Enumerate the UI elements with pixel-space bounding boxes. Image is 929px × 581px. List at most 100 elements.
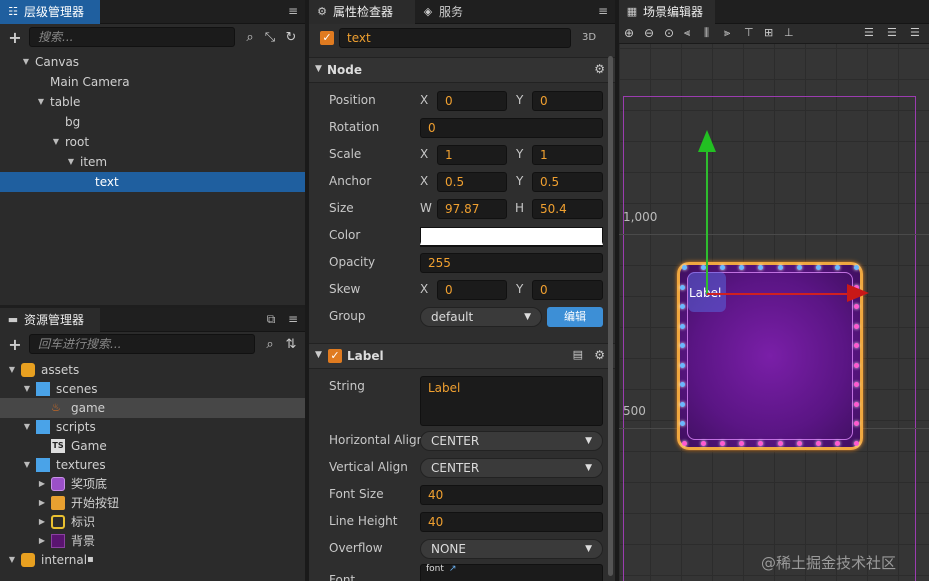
align-middle-icon[interactable]: ⊞ xyxy=(764,26,773,39)
inspector-scrollbar[interactable] xyxy=(608,56,613,576)
collapse-icon[interactable]: ⤡ xyxy=(263,31,277,45)
asset-item[interactable]: ▼ scripts xyxy=(0,417,305,437)
panel-menu-icon[interactable]: ≡ xyxy=(287,313,299,325)
valign-select[interactable]: CENTER ▼ xyxy=(420,458,603,478)
align-right-icon[interactable]: ⫸ xyxy=(724,26,730,40)
tab-services[interactable]: ◈ 服务 xyxy=(415,0,485,24)
tree-node-table[interactable]: ▼ table xyxy=(0,92,305,112)
zoom-reset-icon[interactable]: ⊙ xyxy=(664,26,674,40)
font-asset-field[interactable]: font ↗ xyxy=(420,564,603,581)
search-icon[interactable]: ⌕ xyxy=(263,338,277,352)
line-height-input[interactable]: 40 xyxy=(420,512,603,532)
expand-arrow-icon[interactable]: ▼ xyxy=(21,52,31,72)
expand-right-arrow-icon[interactable]: ▶ xyxy=(37,474,47,494)
opacity-input[interactable]: 255 xyxy=(420,253,603,273)
expand-arrow-icon[interactable]: ▼ xyxy=(7,550,17,570)
align-center-icon[interactable]: ⫼ xyxy=(704,26,709,40)
expand-arrow-icon[interactable]: ▼ xyxy=(7,360,17,380)
tree-node-text[interactable]: text xyxy=(0,172,305,192)
tree-node-bg[interactable]: bg xyxy=(0,112,305,132)
tab-inspector[interactable]: ⚙ 属性检查器 xyxy=(309,0,415,24)
tree-node-main-camera[interactable]: Main Camera xyxy=(0,72,305,92)
asset-item[interactable]: ▼ textures xyxy=(0,455,305,475)
distribute-v-icon[interactable]: ☰ xyxy=(887,26,897,39)
expand-arrow-icon[interactable]: ▼ xyxy=(66,152,76,172)
skew-x-input[interactable]: 0 xyxy=(437,280,507,300)
expand-arrow-icon[interactable]: ▼ xyxy=(22,417,32,437)
tab-scene[interactable]: ▦ 场景编辑器 xyxy=(619,0,715,24)
string-textarea[interactable]: Label xyxy=(420,376,603,426)
anchor-y-input[interactable]: 0.5 xyxy=(532,172,603,192)
overflow-select[interactable]: NONE ▼ xyxy=(420,539,603,559)
node-name-input[interactable]: text xyxy=(339,28,571,48)
add-asset-icon[interactable]: + xyxy=(8,337,22,353)
size-w-input[interactable]: 97.87 xyxy=(437,199,507,219)
scene-title: 场景编辑器 xyxy=(643,5,704,19)
refresh-icon[interactable]: ↻ xyxy=(284,31,298,45)
asset-item[interactable]: ▼ assets xyxy=(0,360,305,380)
color-swatch[interactable] xyxy=(420,227,603,245)
light-bulb xyxy=(680,284,685,290)
position-x-input[interactable]: 0 xyxy=(437,91,507,111)
asset-item[interactable]: ▼ internal ▪ xyxy=(0,550,305,570)
node-active-checkbox[interactable]: ✓ xyxy=(320,31,334,45)
add-node-icon[interactable]: + xyxy=(8,30,22,46)
asset-label: Game xyxy=(71,439,107,453)
x-axis-arrow-icon[interactable] xyxy=(847,284,869,302)
asset-item[interactable]: ▶ 背景 xyxy=(0,531,305,551)
tree-node-item[interactable]: ▼ item xyxy=(0,152,305,172)
tree-node-root[interactable]: ▼ root xyxy=(0,132,305,152)
size-h-input[interactable]: 50.4 xyxy=(532,199,603,219)
search-icon[interactable]: ⌕ xyxy=(243,31,257,45)
asset-item[interactable]: ♨ game xyxy=(0,398,305,418)
expand-right-arrow-icon[interactable]: ▶ xyxy=(37,531,47,551)
mode-3d-toggle[interactable]: 3D xyxy=(582,32,596,43)
asset-item[interactable]: ▼ scenes xyxy=(0,379,305,399)
expand-arrow-icon[interactable]: ▼ xyxy=(51,132,61,152)
expand-right-arrow-icon[interactable]: ▶ xyxy=(37,512,47,532)
scale-x-input[interactable]: 1 xyxy=(437,145,507,165)
align-bottom-icon[interactable]: ⊥ xyxy=(784,26,794,39)
align-top-icon[interactable]: ⊤ xyxy=(744,26,754,39)
edit-group-button[interactable]: 编辑 xyxy=(547,307,603,327)
scene-viewport[interactable]: 1,000 500 Label @稀土掘金技术社区 xyxy=(619,44,929,581)
panel-menu-icon[interactable]: ≡ xyxy=(597,5,609,17)
asset-item[interactable]: ▶ 标识 xyxy=(0,512,305,532)
skew-y-input[interactable]: 0 xyxy=(532,280,603,300)
anchor-x-input[interactable]: 0.5 xyxy=(437,172,507,192)
position-y-input[interactable]: 0 xyxy=(532,91,603,111)
tab-assets[interactable]: ▬ 资源管理器 xyxy=(0,308,100,332)
light-bulb xyxy=(739,265,745,270)
label-section-header[interactable]: ▼ ✓ Label ▤ ⚙ xyxy=(309,343,615,369)
zoom-in-icon[interactable]: ⊕ xyxy=(624,26,634,40)
align-left-icon[interactable]: ⫷ xyxy=(684,26,690,40)
settings-gear-icon[interactable]: ⚙ xyxy=(594,62,605,76)
expand-right-arrow-icon[interactable]: ▶ xyxy=(37,493,47,513)
rotation-input[interactable]: 0 xyxy=(420,118,603,138)
asset-item[interactable]: ▶ 开始按钮 xyxy=(0,493,305,513)
font-size-input[interactable]: 40 xyxy=(420,485,603,505)
assets-search-input[interactable]: 回车进行搜索... xyxy=(29,334,255,354)
hierarchy-search-input[interactable]: 搜索... xyxy=(29,27,235,47)
asset-item[interactable]: ▶ 奖项底 xyxy=(0,474,305,494)
distribute-icon[interactable]: ☰ xyxy=(910,26,920,39)
asset-item[interactable]: TS Game xyxy=(0,436,305,456)
panel-menu-icon[interactable]: ≡ xyxy=(287,5,299,17)
zoom-out-icon[interactable]: ⊖ xyxy=(644,26,654,40)
expand-arrow-icon[interactable]: ▼ xyxy=(22,379,32,399)
group-select[interactable]: default ▼ xyxy=(420,307,542,327)
node-section-header[interactable]: ▼ Node ⚙ xyxy=(309,57,615,83)
scale-y-input[interactable]: 1 xyxy=(532,145,603,165)
tree-node-canvas[interactable]: ▼ Canvas xyxy=(0,52,305,72)
expand-arrow-icon[interactable]: ▼ xyxy=(36,92,46,112)
settings-gear-icon[interactable]: ⚙ xyxy=(594,348,605,362)
popout-icon[interactable]: ⧉ xyxy=(265,313,277,325)
sort-icon[interactable]: ⇅ xyxy=(284,338,298,352)
expand-arrow-icon[interactable]: ▼ xyxy=(22,455,32,475)
book-icon[interactable]: ▤ xyxy=(573,348,583,361)
halign-select[interactable]: CENTER ▼ xyxy=(420,431,603,451)
y-axis-arrow-icon[interactable] xyxy=(698,130,716,152)
label-enabled-checkbox[interactable]: ✓ xyxy=(328,349,342,363)
distribute-h-icon[interactable]: ☰ xyxy=(864,26,874,39)
tab-hierarchy[interactable]: ☷ 层级管理器 xyxy=(0,0,100,24)
